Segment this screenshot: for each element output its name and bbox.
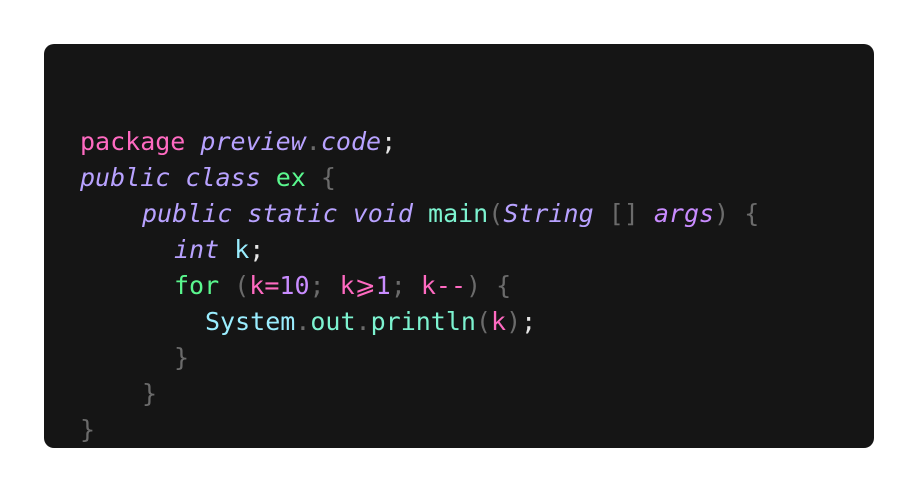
operator-gte: ⩾	[354, 271, 376, 300]
class-name: ex	[275, 163, 306, 192]
close-brace: }	[142, 379, 158, 408]
code-line-4: int k;	[174, 232, 264, 268]
keyword-public: public	[142, 199, 233, 228]
keyword-class: class	[185, 163, 261, 192]
code-line-2: public class ex {	[80, 160, 336, 196]
keyword-void: void	[352, 199, 413, 228]
variable-k: k	[420, 271, 436, 300]
dot: .	[355, 307, 371, 336]
dot: .	[295, 307, 311, 336]
code-line-6: System.out.println(k);	[205, 304, 536, 340]
code-line-9: }	[80, 412, 95, 448]
close-brace: }	[80, 415, 96, 444]
close-paren: )	[714, 199, 730, 228]
number-literal: 10	[279, 271, 310, 300]
code-line-1: package preview.code;	[80, 124, 396, 160]
keyword-package: package	[80, 127, 186, 156]
code-line-8: }	[142, 376, 157, 412]
variable-k: k	[339, 271, 355, 300]
operator-decrement: --	[435, 271, 467, 300]
package-name-part: code	[320, 127, 382, 156]
keyword-for: for	[174, 271, 220, 300]
close-paren: )	[466, 271, 482, 300]
code-line-7: }	[174, 340, 189, 376]
dot: .	[305, 127, 321, 156]
method-name: main	[428, 199, 489, 228]
open-paren: (	[488, 199, 504, 228]
open-paren: (	[475, 307, 492, 336]
open-paren: (	[234, 271, 250, 300]
semicolon: ;	[521, 307, 537, 336]
code-block: package preview.code; public class ex { …	[44, 44, 874, 448]
method-println: println	[370, 307, 476, 336]
variable-k: k	[249, 271, 265, 300]
array-brackets: []	[608, 199, 639, 228]
open-brace: {	[496, 271, 512, 300]
field-out: out	[310, 307, 356, 336]
param-args: args	[653, 199, 715, 228]
semicolon: ;	[309, 271, 325, 300]
type-string: String	[503, 199, 594, 228]
code-line-5: for (k=10; k⩾1; k--) {	[174, 268, 511, 304]
close-paren: )	[506, 307, 522, 336]
open-brace: {	[320, 163, 336, 192]
package-name-part: preview	[200, 127, 306, 156]
variable-k: k	[234, 235, 250, 264]
code-line-3: public static void main(String [] args) …	[142, 196, 759, 232]
semicolon: ;	[381, 127, 397, 156]
semicolon: ;	[390, 271, 406, 300]
keyword-static: static	[247, 199, 338, 228]
number-literal: 1	[375, 271, 391, 300]
variable-k: k	[491, 307, 507, 336]
keyword-int: int	[174, 235, 220, 264]
operator-assign: =	[264, 271, 280, 300]
page: package preview.code; public class ex { …	[0, 0, 918, 492]
keyword-public: public	[80, 163, 171, 192]
class-system: System	[205, 307, 296, 336]
open-brace: {	[744, 199, 760, 228]
close-brace: }	[174, 343, 190, 372]
semicolon: ;	[249, 235, 265, 264]
